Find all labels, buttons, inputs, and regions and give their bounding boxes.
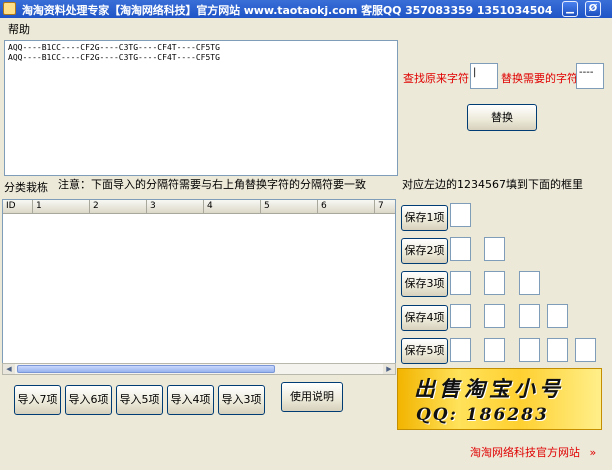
official-site-link[interactable]: 淘淘网络科技官方网站 »	[470, 444, 596, 460]
import-7-button[interactable]: 导入7项	[14, 385, 61, 415]
scroll-left-icon[interactable]: ◀	[3, 364, 15, 374]
save4-field-3[interactable]	[519, 304, 540, 328]
save5-field-1[interactable]	[450, 338, 471, 362]
note-text: 注意：下面导入的分隔符需要与右上角替换字符的分隔符要一致	[58, 178, 366, 191]
column-header-5[interactable]: 5	[261, 200, 318, 214]
save5-field-4[interactable]	[547, 338, 568, 362]
import-6-button[interactable]: 导入6项	[65, 385, 112, 415]
mapping-note: 对应左边的1234567填到下面的框里	[402, 178, 583, 191]
save-1-button[interactable]: 保存1项	[401, 205, 448, 231]
save5-field-5[interactable]	[575, 338, 596, 362]
minimize-icon: ▁	[566, 3, 574, 14]
import-4-button[interactable]: 导入4项	[167, 385, 214, 415]
import-5-button[interactable]: 导入5项	[116, 385, 163, 415]
menu-bar: 帮助	[0, 18, 612, 36]
grid-header: ID 1 2 3 4 5 6 7	[3, 200, 395, 214]
find-label: 查找原来字符	[403, 72, 469, 85]
save5-field-3[interactable]	[519, 338, 540, 362]
save3-field-3[interactable]	[519, 271, 540, 295]
column-header-2[interactable]: 2	[90, 200, 147, 214]
data-grid[interactable]: ID 1 2 3 4 5 6 7	[2, 199, 396, 375]
column-header-id[interactable]: ID	[3, 200, 33, 214]
column-header-7[interactable]: 7	[375, 200, 395, 214]
close-icon: Ø	[588, 3, 598, 14]
column-header-1[interactable]: 1	[33, 200, 90, 214]
save2-field-2[interactable]	[484, 237, 505, 261]
find-input[interactable]: |	[470, 63, 498, 89]
replace-label: 替换需要的字符	[501, 72, 578, 85]
help-button[interactable]: 使用说明	[281, 382, 343, 412]
replace-input[interactable]: ----	[576, 63, 604, 89]
save-3-button[interactable]: 保存3项	[401, 271, 448, 297]
classify-label: 分类栽栋	[4, 181, 48, 194]
save3-field-1[interactable]	[450, 271, 471, 295]
save-2-button[interactable]: 保存2项	[401, 238, 448, 264]
save4-field-2[interactable]	[484, 304, 505, 328]
save-5-button[interactable]: 保存5项	[401, 338, 448, 364]
close-button[interactable]: Ø	[585, 1, 601, 17]
save3-field-2[interactable]	[484, 271, 505, 295]
ad-banner[interactable]: 出售淘宝小号 QQ: 186283	[397, 368, 602, 430]
import-3-button[interactable]: 导入3项	[218, 385, 265, 415]
window-title: 淘淘资料处理专家【淘淘网络科技】官方网站 www.taotaokj.com 客服…	[22, 4, 553, 17]
save5-field-2[interactable]	[484, 338, 505, 362]
save2-field-1[interactable]	[450, 237, 471, 261]
save4-field-1[interactable]	[450, 304, 471, 328]
column-header-6[interactable]: 6	[318, 200, 375, 214]
scroll-right-icon[interactable]: ▶	[383, 364, 395, 374]
minimize-button[interactable]: ▁	[562, 1, 578, 17]
save-4-button[interactable]: 保存4项	[401, 305, 448, 331]
app-icon	[3, 2, 16, 15]
scroll-thumb[interactable]	[17, 365, 275, 373]
save1-field-1[interactable]	[450, 203, 471, 227]
title-bar: 淘淘资料处理专家【淘淘网络科技】官方网站 www.taotaokj.com 客服…	[0, 0, 612, 18]
column-header-3[interactable]: 3	[147, 200, 204, 214]
menu-help[interactable]: 帮助	[8, 21, 30, 37]
grid-horizontal-scrollbar[interactable]: ◀ ▶	[2, 363, 396, 375]
official-site-label: 淘淘网络科技官方网站	[470, 446, 580, 459]
save4-field-4[interactable]	[547, 304, 568, 328]
banner-contact: QQ: 186283	[416, 405, 549, 425]
data-textarea[interactable]: AQQ----B1CC----CF2G----C3TG----CF4T----C…	[4, 40, 398, 176]
replace-button[interactable]: 替换	[467, 104, 537, 131]
column-header-4[interactable]: 4	[204, 200, 261, 214]
double-chevron-icon: »	[589, 446, 597, 459]
banner-headline: 出售淘宝小号	[414, 376, 564, 401]
